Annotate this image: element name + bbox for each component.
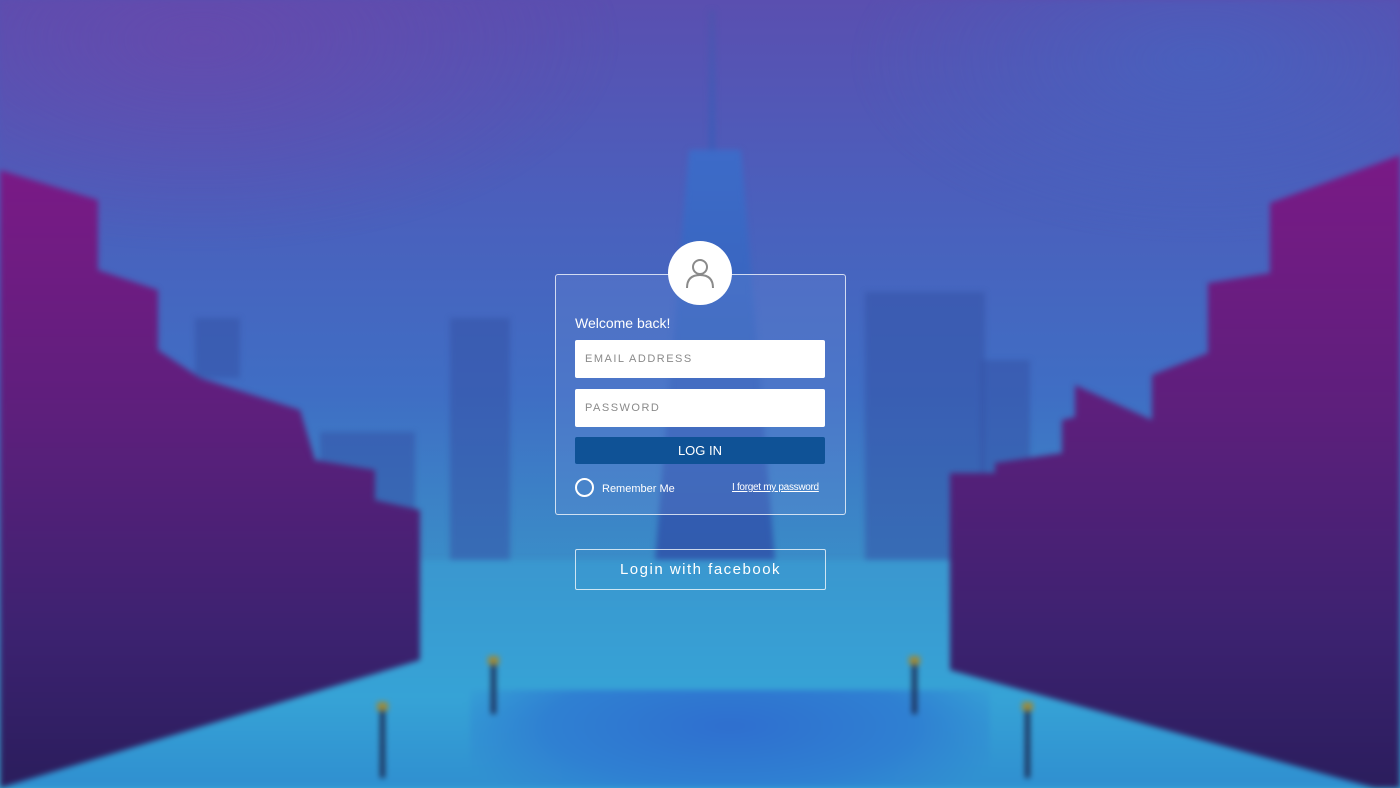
avatar bbox=[668, 241, 732, 305]
welcome-heading: Welcome back! bbox=[575, 315, 671, 331]
forgot-password-link[interactable]: I forget my password bbox=[732, 482, 819, 493]
remember-me[interactable]: Remember Me bbox=[575, 478, 675, 497]
street-lamp bbox=[1022, 702, 1033, 778]
remember-me-radio[interactable] bbox=[575, 478, 594, 497]
background-building bbox=[195, 318, 240, 378]
street-lamp bbox=[909, 656, 920, 714]
street-lamp bbox=[488, 656, 499, 714]
user-icon bbox=[686, 259, 714, 289]
street-lamp bbox=[377, 702, 388, 778]
tower-spire bbox=[709, 10, 715, 160]
remember-me-label: Remember Me bbox=[602, 483, 675, 495]
facebook-login-button[interactable]: Login with facebook bbox=[575, 549, 826, 590]
background-building bbox=[450, 318, 510, 578]
login-button[interactable]: LOG IN bbox=[575, 437, 825, 464]
email-field[interactable] bbox=[575, 340, 825, 378]
password-field[interactable] bbox=[575, 389, 825, 427]
